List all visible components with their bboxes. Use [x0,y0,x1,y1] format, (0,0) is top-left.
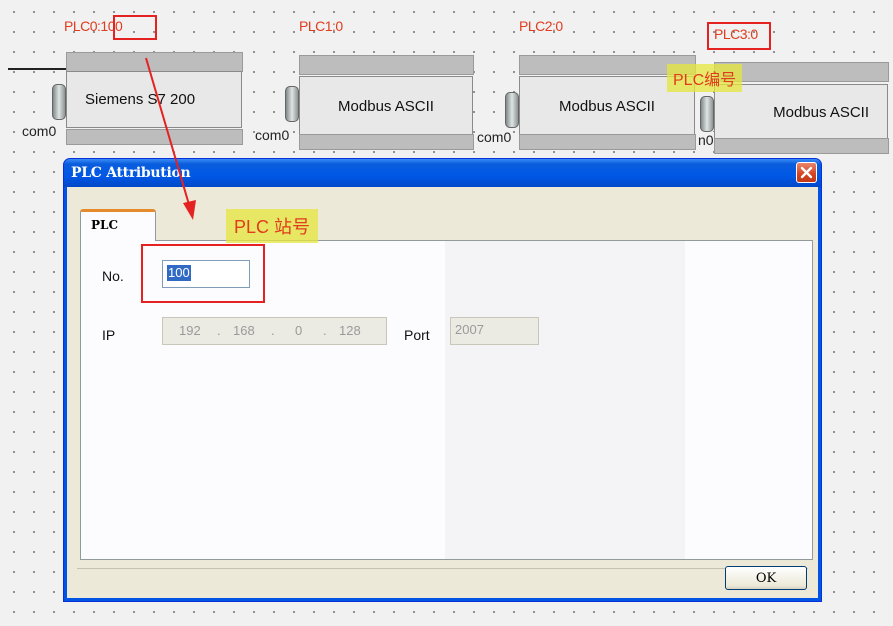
annotation-arrow [145,57,196,220]
